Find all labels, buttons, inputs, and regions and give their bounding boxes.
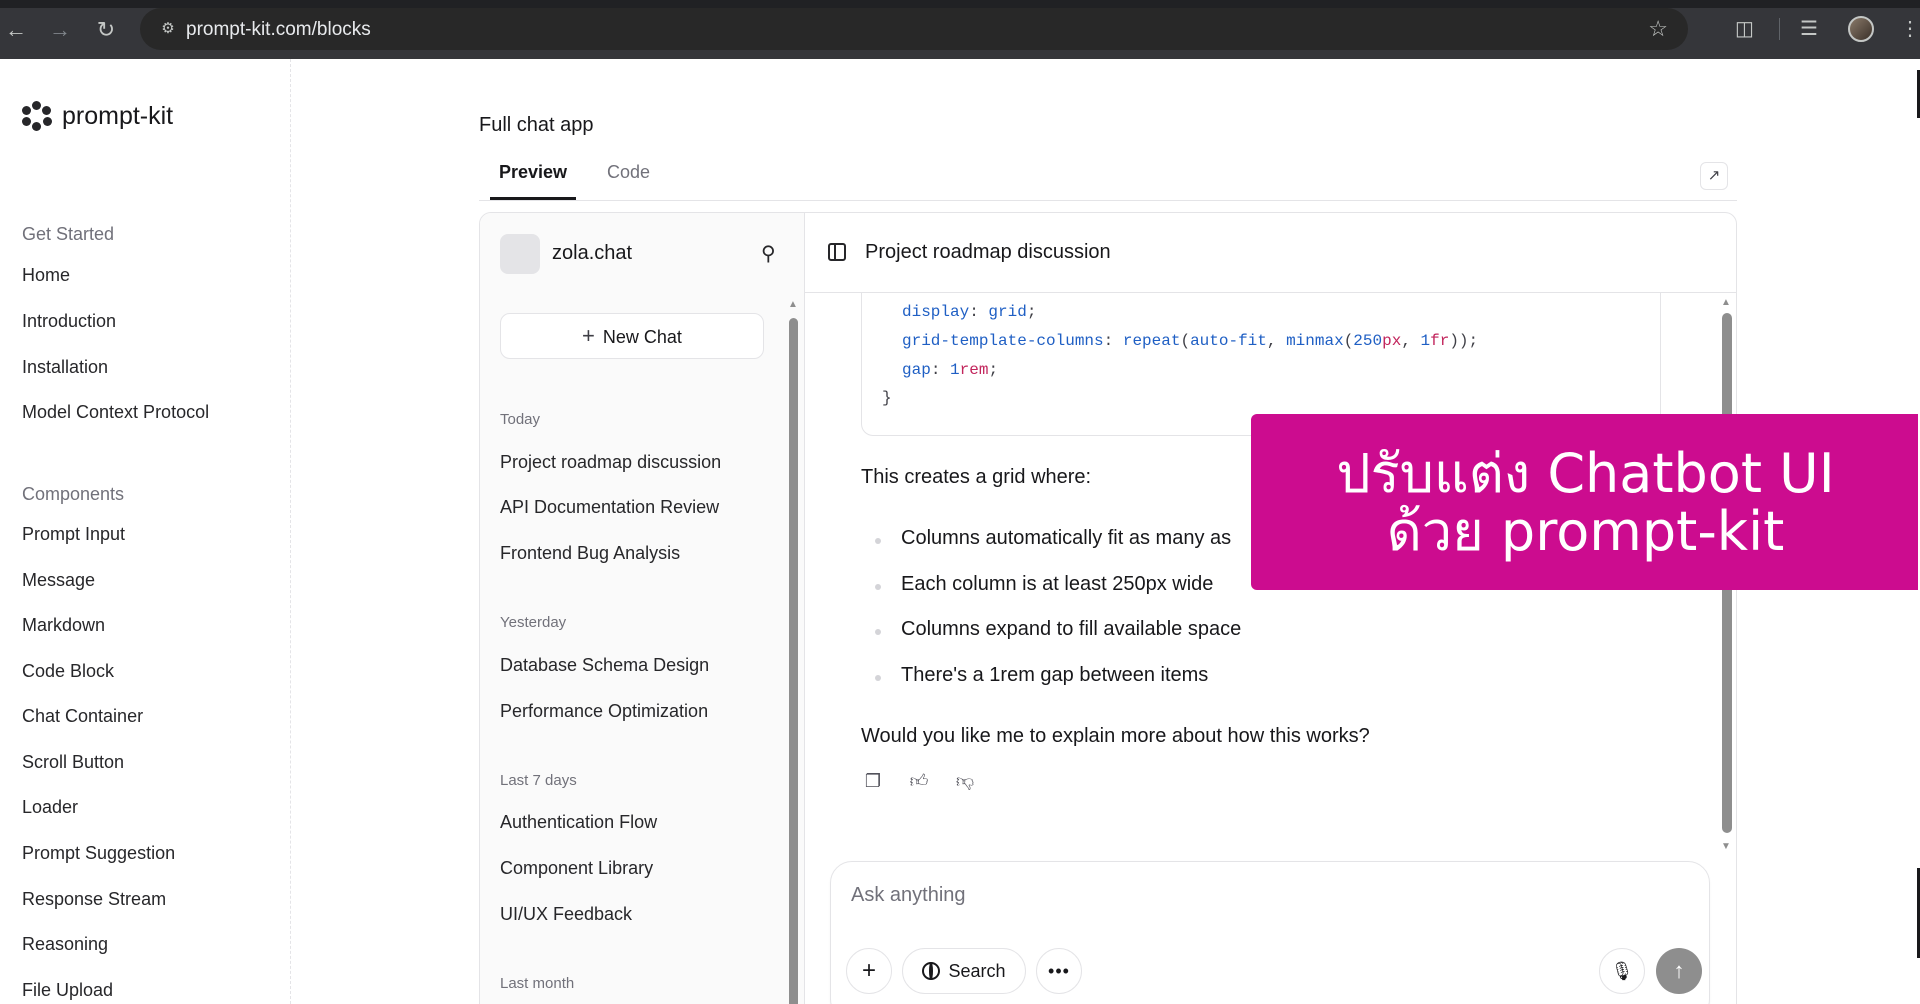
back-icon[interactable]: ← [0, 14, 32, 46]
history-group-yesterday: Yesterday [500, 614, 567, 631]
promo-banner: ปรับแต่ง Chatbot UI ด้วย prompt-kit [1251, 414, 1920, 590]
scroll-down-arrow-icon[interactable]: ▼ [1721, 841, 1731, 852]
history-item[interactable]: API Documentation Review [500, 497, 719, 518]
toolbar-divider [1779, 18, 1780, 40]
tab-strip [0, 0, 1920, 8]
nav-item-mcp[interactable]: Model Context Protocol [22, 402, 209, 423]
chat-header: Project roadmap discussion [805, 213, 1736, 293]
history-group-last-7-days: Last 7 days [500, 772, 577, 789]
new-chat-button[interactable]: + New Chat [500, 313, 764, 359]
send-button[interactable]: ↑ [1656, 948, 1702, 994]
globe-icon [922, 962, 941, 980]
profile-avatar[interactable] [1848, 16, 1874, 42]
url-text[interactable]: prompt-kit.com/blocks [186, 19, 371, 41]
nav-item-code-block[interactable]: Code Block [22, 661, 114, 682]
plus-icon: + [582, 323, 595, 348]
list-item: Each column is at least 250px wide [901, 573, 1214, 595]
nav-item-installation[interactable]: Installation [22, 357, 108, 378]
nav-item-message[interactable]: Message [22, 570, 95, 591]
bookmark-star-icon[interactable]: ☆ [1648, 16, 1668, 42]
nav-item-chat-container[interactable]: Chat Container [22, 706, 143, 727]
tab-code[interactable]: Code [607, 162, 650, 183]
banner-line-2: ด้วย prompt-kit [1386, 500, 1785, 563]
logo-mark-icon [22, 101, 52, 131]
address-bar[interactable]: ⚙ prompt-kit.com/blocks ☆ [140, 8, 1688, 50]
history-item[interactable]: Frontend Bug Analysis [500, 543, 680, 564]
nav-item-home[interactable]: Home [22, 265, 70, 286]
history-item[interactable]: UI/UX Feedback [500, 904, 632, 925]
code-line: grid-template-columns: repeat(auto-fit, … [902, 332, 1479, 350]
site-settings-icon[interactable]: ⚙ [158, 20, 178, 38]
browser-toolbar: ← → ↻ ⚙ prompt-kit.com/blocks ☆ ◫ ☰ ⋮ [0, 0, 1920, 59]
nav-section-components: Components [22, 484, 125, 504]
nav-item-response-stream[interactable]: Response Stream [22, 889, 166, 910]
sidebar-toggle-icon[interactable] [828, 243, 846, 261]
list-item: There's a 1rem gap between items [901, 664, 1209, 686]
sidebar-scrollbar[interactable] [789, 318, 798, 1004]
banner-line-1: ปรับแต่ง Chatbot UI [1336, 442, 1835, 505]
extensions-icon[interactable]: ◫ [1735, 15, 1754, 43]
code-line: } [882, 389, 892, 407]
nav-item-scroll-button[interactable]: Scroll Button [22, 752, 124, 773]
chat-sidebar: zola.chat ⚲ + New Chat Today Project road… [480, 213, 805, 1004]
nav-item-loader[interactable]: Loader [22, 797, 78, 818]
active-tab-indicator [490, 197, 576, 200]
forward-icon[interactable]: → [44, 14, 76, 46]
code-line: display: grid; [902, 303, 1037, 321]
brand-logo [500, 234, 540, 274]
tab-preview[interactable]: Preview [499, 162, 567, 183]
code-line: gap: 1rem; [902, 361, 999, 379]
nav-item-file-upload[interactable]: File Upload [22, 980, 113, 1001]
nav-item-prompt-input[interactable]: Prompt Input [22, 524, 125, 545]
logo-text: prompt-kit [62, 101, 174, 130]
list-item: Columns automatically fit as many as [901, 527, 1232, 549]
prompt-textarea[interactable] [851, 880, 1671, 910]
history-group-today: Today [500, 411, 541, 428]
new-chat-label: New Chat [602, 327, 682, 347]
bullet-dot [875, 629, 881, 635]
add-attachment-button[interactable]: + [846, 948, 892, 994]
search-toggle-button[interactable]: Search [902, 948, 1026, 994]
thumbs-down-icon[interactable]: 👎︎ [953, 769, 977, 793]
logo[interactable]: prompt-kit [22, 101, 173, 131]
bullet-dot [875, 538, 881, 544]
scroll-up-arrow-icon[interactable]: ▲ [1721, 297, 1731, 308]
docs-sidebar: prompt-kit Get Started Home Introduction… [0, 59, 291, 1004]
history-item[interactable]: Authentication Flow [500, 812, 657, 833]
message-intro: This creates a grid where: [861, 466, 1092, 488]
scroll-up-arrow-icon[interactable]: ▲ [788, 299, 798, 310]
prompt-input: + Search ••• 🎙︎ ↑ [830, 861, 1710, 1004]
nav-section-get-started: Get Started [22, 224, 115, 244]
more-options-button[interactable]: ••• [1036, 948, 1082, 994]
brand-name: zola.chat [552, 242, 633, 264]
nav-item-introduction[interactable]: Introduction [22, 311, 116, 332]
search-icon[interactable]: ⚲ [761, 241, 776, 266]
thumbs-up-icon[interactable]: 👍︎ [907, 769, 931, 793]
copy-icon[interactable]: ❐ [861, 769, 885, 793]
nav-item-markdown[interactable]: Markdown [22, 615, 105, 636]
reload-icon[interactable]: ↻ [90, 14, 122, 46]
history-item[interactable]: Performance Optimization [500, 701, 708, 722]
list-item: Columns expand to fill available space [901, 618, 1242, 640]
menu-dots-icon[interactable]: ⋮ [1900, 15, 1920, 43]
bullet-dot [875, 675, 881, 681]
search-label: Search [948, 961, 1006, 981]
bullet-dot [875, 584, 881, 590]
nav-item-prompt-suggestion[interactable]: Prompt Suggestion [22, 843, 175, 864]
page-title: Full chat app [479, 114, 594, 136]
preview-frame: zola.chat ⚲ + New Chat Today Project road… [479, 212, 1737, 1004]
history-item[interactable]: Project roadmap discussion [500, 452, 721, 473]
history-item[interactable]: Database Schema Design [500, 655, 709, 676]
open-in-new-window-icon[interactable]: ↗ [1700, 162, 1728, 190]
preview-code-tabs: Preview Code [479, 155, 1737, 201]
history-item[interactable]: Component Library [500, 858, 653, 879]
message-outro: Would you like me to explain more about … [861, 725, 1370, 747]
history-group-last-month: Last month [500, 975, 575, 992]
chat-main: Project roadmap discussion display: grid… [805, 213, 1736, 1004]
media-control-icon[interactable]: ☰ [1800, 15, 1818, 43]
microphone-button[interactable]: 🎙︎ [1599, 948, 1645, 994]
nav-item-reasoning[interactable]: Reasoning [22, 934, 108, 955]
conversation-title: Project roadmap discussion [865, 241, 1111, 263]
